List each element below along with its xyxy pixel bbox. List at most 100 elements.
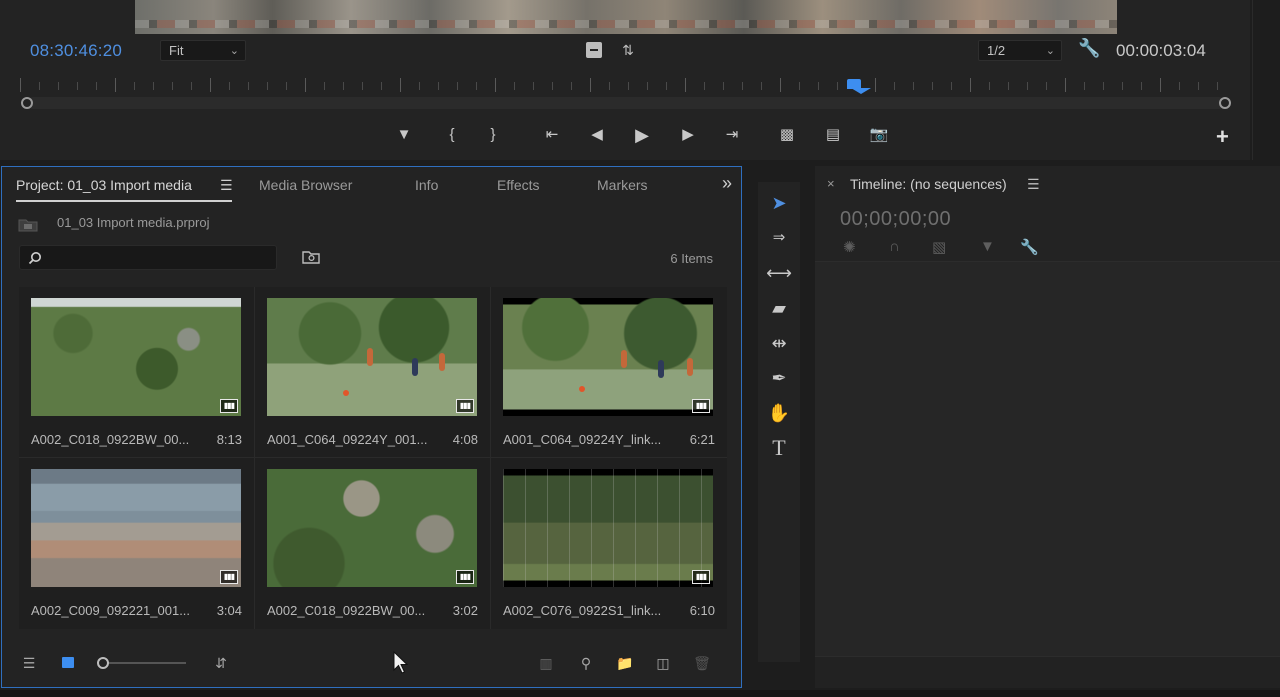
search-box[interactable] [19,245,277,270]
clip-tile[interactable]: ▮▮▮ A002_C018_0922BW_00... 3:02 [255,458,491,629]
clip-duration: 8:13 [216,432,242,447]
clip-name: A002_C018_0922BW_00... [267,603,426,618]
clip-tile[interactable]: ▮▮▮ A001_C064_09224Y_001... 4:08 [255,287,491,458]
tab-markers[interactable]: Markers [597,177,648,193]
clip-tile[interactable]: ▮▮▮ A001_C064_09224Y_link... 6:21 [491,287,727,458]
step-back-icon[interactable]: ◀ [586,125,608,145]
tab-info[interactable]: Info [415,177,438,193]
right-panel-edge [1252,0,1280,160]
scrub-end-handle[interactable] [1219,97,1231,109]
sort-icons-icon[interactable]: ⇵ [212,653,230,673]
status-strip [0,690,1280,697]
premiere-workspace: 08:30:46:20 Fit ⌄ ⇅ 1/2 ⌄ 🔧 00:00:03:04 … [0,0,1280,697]
find-icon[interactable]: ⚲ [576,653,596,673]
search-input[interactable] [50,249,270,267]
tab-project[interactable]: Project: 01_03 Import media [16,177,192,193]
type-tool-icon[interactable]: T [766,435,792,461]
time-ruler-major-ticks [20,78,1230,92]
program-video-frame [135,0,1117,34]
go-to-in-icon[interactable]: ⇤ [541,125,563,145]
clip-tile[interactable]: ▮▮▮ A002_C018_0922BW_00... 8:13 [19,287,255,458]
audio-video-badge-icon: ▮▮▮ [220,570,238,584]
play-icon[interactable]: ▶ [631,125,653,145]
automate-to-sequence-icon[interactable]: ▥ [534,653,558,673]
clip-name: A002_C076_0922S1_link... [503,603,662,618]
scrub-bar[interactable] [27,97,1225,109]
mouse-cursor-icon [393,651,409,674]
new-item-icon[interactable]: ◫ [653,653,673,673]
snap-magnet-icon[interactable]: ∩ [889,238,900,255]
active-tab-underline [16,200,232,202]
playback-resolution-dropdown[interactable]: 1/2 ⌄ [978,40,1062,61]
timeline-track-area[interactable] [815,261,1280,656]
project-panel-menu-icon[interactable]: ☰ [220,177,233,194]
playhead-marker[interactable] [846,79,871,94]
clip-thumbnail: ▮▮▮ [503,469,713,587]
clip-name: A002_C009_092221_001... [31,603,191,618]
timeline-timecode[interactable]: 00;00;00;00 [840,208,951,231]
timeline-scroll-area[interactable] [815,656,1280,688]
clip-thumbnail: ▮▮▮ [31,298,241,416]
export-frame-camera-icon[interactable]: 📷 [868,125,890,145]
item-count: 6 Items [670,251,713,266]
track-select-tool-icon[interactable]: ⇒ [766,225,792,251]
chevron-down-icon: ⌄ [229,45,239,57]
selection-tool-icon[interactable]: ➤ [766,190,792,216]
clip-duration: 6:10 [689,603,715,618]
mark-in-icon[interactable]: { [441,125,463,145]
mark-out-icon[interactable]: } [482,125,504,145]
clip-tile[interactable]: ▮▮▮ A002_C009_092221_001... 3:04 [19,458,255,629]
clip-name: A002_C018_0922BW_00... [31,432,190,447]
thumbnail-size-slider-knob[interactable] [97,657,109,669]
project-panel-toolbar: ☰ ⇵ ▥ ⚲ 📁 ◫ 🗑 [2,645,741,685]
clip-duration: 3:02 [452,603,478,618]
audio-video-badge-icon: ▮▮▮ [220,399,238,413]
clip-thumbnail: ▮▮▮ [267,298,477,416]
razor-tool-icon[interactable]: ▰ [766,295,792,321]
program-monitor: 08:30:46:20 Fit ⌄ ⇅ 1/2 ⌄ 🔧 00:00:03:04 … [0,0,1250,160]
comparison-view-icon[interactable]: ⇅ [618,42,638,58]
icon-view-icon[interactable] [59,653,77,673]
linked-selection-icon[interactable]: ▧ [932,238,946,256]
tab-media-browser[interactable]: Media Browser [259,177,352,193]
list-view-icon[interactable]: ☰ [18,653,40,673]
playhead-timecode[interactable]: 08:30:46:20 [30,41,122,61]
audio-video-badge-icon: ▮▮▮ [692,399,710,413]
hand-tool-icon[interactable]: ✋ [766,400,792,426]
clip-tile[interactable]: ▮▮▮ A002_C076_0922S1_link... 6:10 [491,458,727,629]
slip-tool-icon[interactable]: ⇹ [766,330,792,356]
wrench-settings-icon[interactable]: 🔧 [1020,238,1039,256]
tab-effects[interactable]: Effects [497,177,540,193]
nest-sequences-icon[interactable]: ✺ [843,238,856,256]
audio-video-badge-icon: ▮▮▮ [692,570,710,584]
insert-icon[interactable]: ▩ [776,125,798,145]
ripple-edit-tool-icon[interactable]: ⟷ [766,260,792,286]
timeline-panel: × Timeline: (no sequences) ☰ 00;00;00;00… [815,166,1280,688]
step-forward-icon[interactable]: ▶ [677,125,699,145]
clip-name: A001_C064_09224Y_001... [267,432,428,447]
scrub-start-handle[interactable] [21,97,33,109]
clip-duration: 6:21 [689,432,715,447]
pen-tool-icon[interactable]: ✒ [766,365,792,391]
clip-duration: 4:08 [452,432,478,447]
trash-icon[interactable]: 🗑 [692,653,712,673]
tabs-overflow-icon[interactable]: » [722,173,732,194]
safe-margins-icon[interactable] [586,42,602,58]
overwrite-icon[interactable]: ▤ [822,125,844,145]
go-to-out-icon[interactable]: ⇥ [721,125,743,145]
add-marker-icon[interactable]: ▼ [393,125,415,145]
add-marker-icon[interactable]: ▼ [980,238,995,255]
close-icon[interactable]: × [827,176,835,191]
button-editor-plus-icon[interactable]: + [1216,124,1229,150]
find-folder-icon[interactable] [302,250,320,264]
new-bin-folder-icon[interactable]: 📁 [614,653,636,673]
zoom-level-value: Fit [169,43,184,58]
clip-grid: ▮▮▮ A002_C018_0922BW_00... 8:13 ▮▮▮ A001… [19,287,727,629]
zoom-level-dropdown[interactable]: Fit ⌄ [160,40,246,61]
clip-thumbnail: ▮▮▮ [503,298,713,416]
folder-icon [18,219,38,232]
wrench-settings-icon[interactable]: 🔧 [1078,39,1100,57]
clip-duration: 3:04 [216,603,242,618]
thumbnail-size-slider[interactable] [102,662,186,664]
timeline-panel-menu-icon[interactable]: ☰ [1027,176,1040,193]
